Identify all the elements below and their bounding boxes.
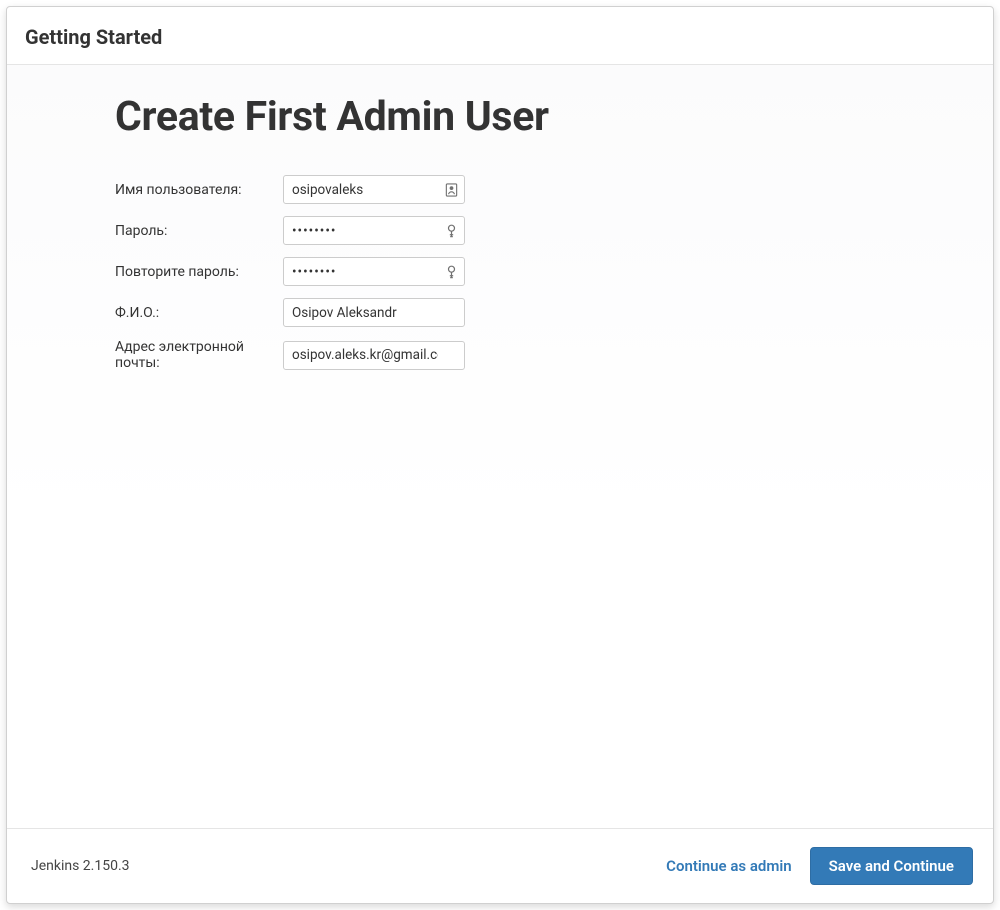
email-input[interactable] (283, 341, 465, 370)
modal-footer: Jenkins 2.150.3 Continue as admin Save a… (7, 828, 993, 903)
save-and-continue-button[interactable]: Save and Continue (810, 847, 973, 885)
form-row-username: Имя пользователя: (115, 169, 465, 210)
fullname-label: Ф.И.О.: (115, 292, 283, 333)
username-input[interactable] (283, 175, 465, 204)
page-title: Create First Admin User (115, 93, 993, 141)
continue-as-admin-button[interactable]: Continue as admin (666, 857, 791, 875)
version-label: Jenkins 2.150.3 (31, 858, 130, 874)
modal-header: Getting Started (7, 7, 993, 65)
fullname-input[interactable] (283, 298, 465, 327)
form-row-password: Пароль: (115, 210, 465, 251)
password-confirm-input[interactable] (283, 257, 465, 286)
create-admin-form: Имя пользователя: (115, 169, 465, 377)
setup-wizard-modal: Getting Started Create First Admin User … (6, 6, 994, 904)
password-input[interactable] (283, 216, 465, 245)
email-label: Адрес электронной почты: (115, 333, 283, 377)
form-row-email: Адрес электронной почты: (115, 333, 465, 377)
modal-title: Getting Started (25, 25, 162, 49)
modal-body: Create First Admin User Имя пользователя… (7, 65, 993, 828)
username-label: Имя пользователя: (115, 169, 283, 210)
password-label: Пароль: (115, 210, 283, 251)
form-row-fullname: Ф.И.О.: (115, 292, 465, 333)
form-row-password-confirm: Повторите пароль: (115, 251, 465, 292)
password-confirm-label: Повторите пароль: (115, 251, 283, 292)
